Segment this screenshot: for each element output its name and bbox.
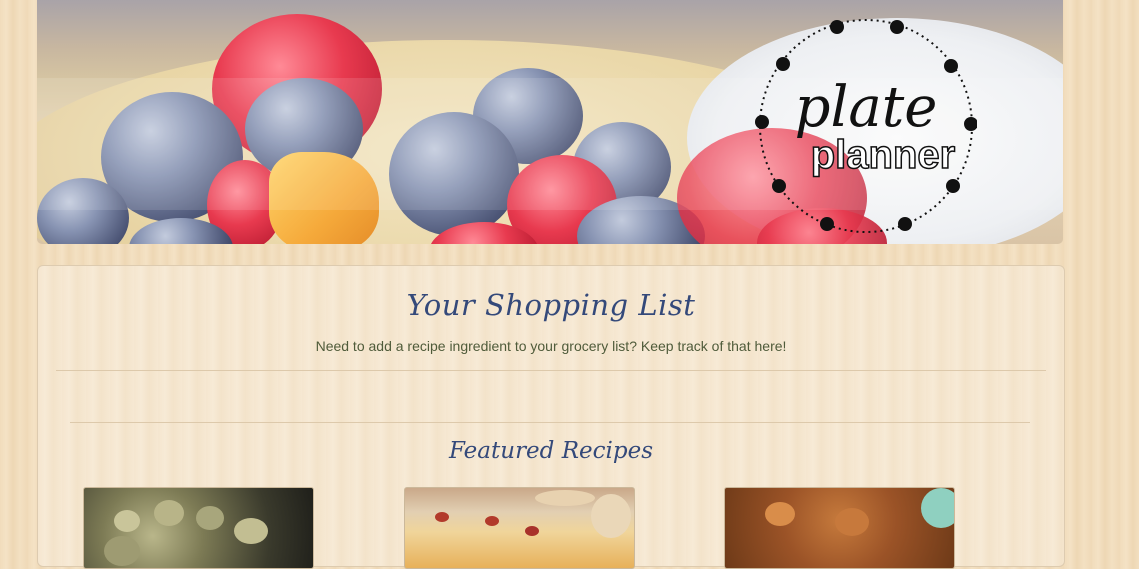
- crumb-detail: [835, 508, 869, 536]
- shopping-list-subtitle: Need to add a recipe ingredient to your …: [315, 338, 787, 354]
- recipe-thumbnail[interactable]: [404, 487, 635, 569]
- plate-edge-detail: [921, 488, 954, 528]
- logo-word-planner: planner: [811, 133, 955, 177]
- topping-detail: [435, 512, 449, 522]
- food-detail: [114, 510, 140, 532]
- plate-planner-logo[interactable]: plate planner: [755, 18, 977, 234]
- recipe-thumbnail[interactable]: [83, 487, 314, 569]
- food-detail: [104, 536, 140, 566]
- header-banner: plate planner: [37, 0, 1063, 244]
- featured-recipes-title: Featured Recipes: [448, 438, 654, 464]
- divider: [70, 422, 1030, 423]
- crumb-detail: [765, 502, 795, 526]
- food-detail: [154, 500, 184, 526]
- cracker-detail: [591, 494, 631, 538]
- topping-detail: [525, 526, 539, 536]
- shopping-list-card: Your Shopping List Need to add a recipe …: [37, 265, 1065, 569]
- divider: [56, 370, 1046, 371]
- cracker-detail: [535, 490, 595, 506]
- food-detail: [196, 506, 224, 530]
- shopping-list-title: Your Shopping List: [406, 288, 696, 322]
- recipe-thumbnail[interactable]: [724, 487, 955, 569]
- food-detail: [234, 518, 268, 544]
- topping-detail: [485, 516, 499, 526]
- logo-word-plate: plate: [795, 75, 938, 140]
